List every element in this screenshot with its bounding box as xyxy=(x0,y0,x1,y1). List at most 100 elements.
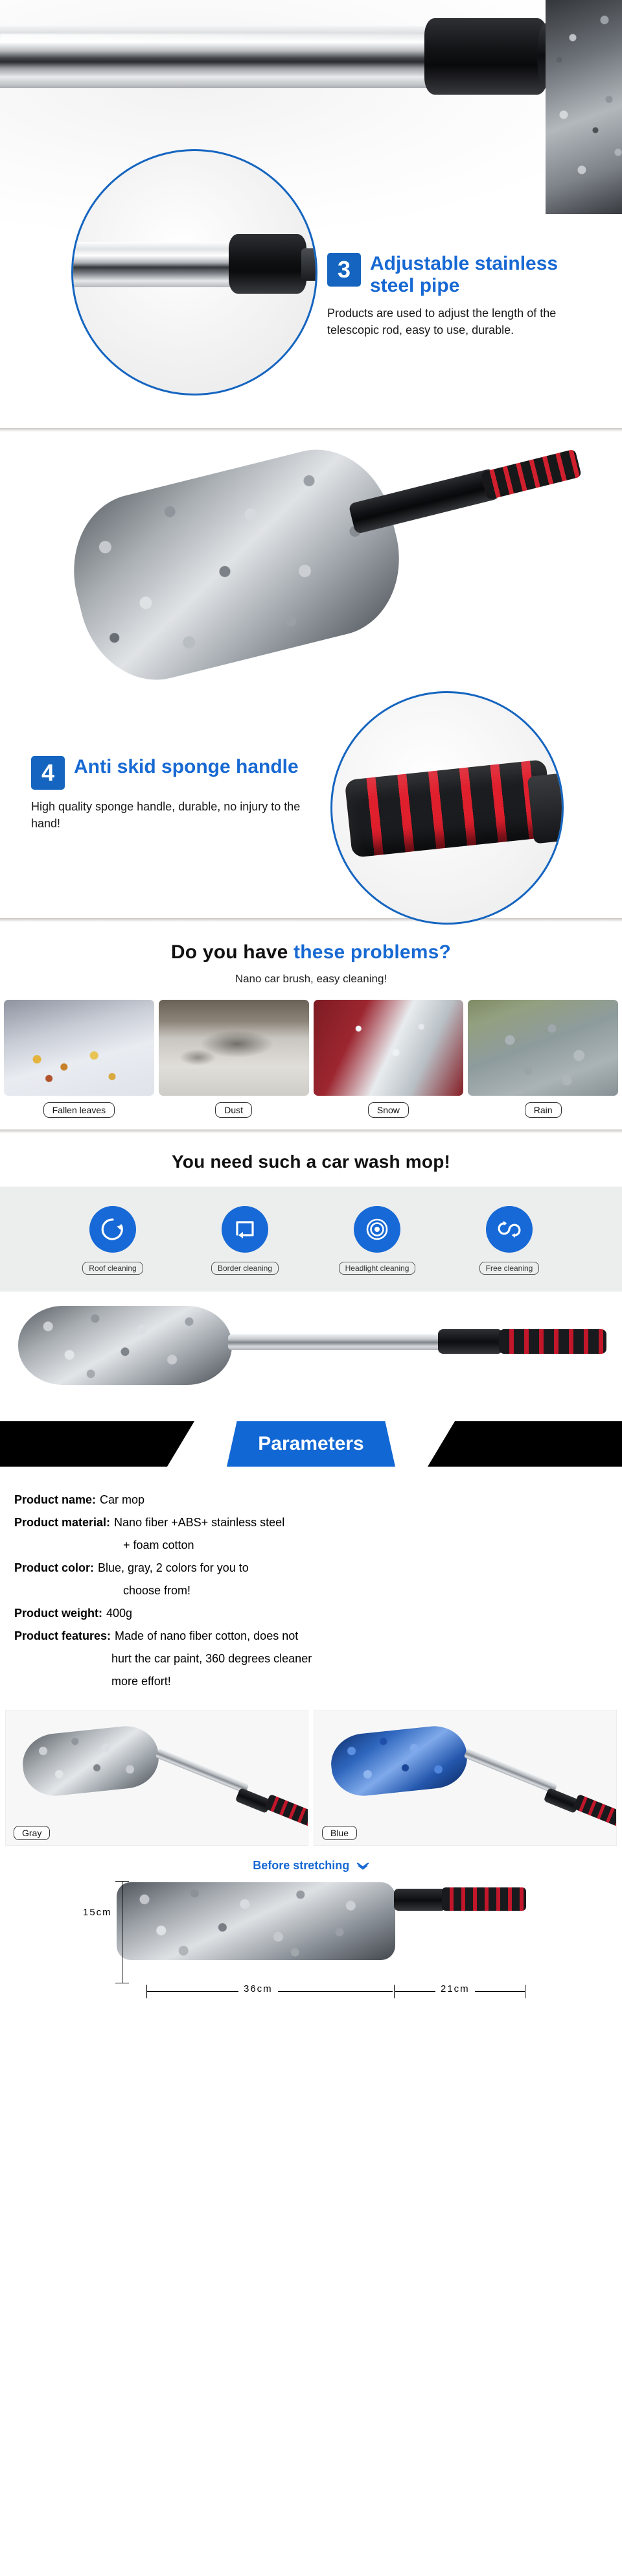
param-row-product-weight: Product weight: 400g xyxy=(14,1605,608,1622)
param-row-product-features: Product features: Made of nano fiber cot… xyxy=(14,1627,608,1645)
magnified-sponge-grip xyxy=(344,759,554,858)
param-value: Car mop xyxy=(100,1493,145,1506)
color-variant-gray[interactable]: Gray xyxy=(5,1710,308,1846)
param-value: Blue, gray, 2 colors for you to xyxy=(98,1561,249,1574)
need-heading: You need such a car wash mop! xyxy=(171,1152,451,1172)
param-key: Product weight: xyxy=(14,1607,102,1620)
brush-microfiber-body xyxy=(56,434,417,696)
param-value: Made of nano fiber cotton, does not xyxy=(115,1629,299,1642)
magnified-ferrule xyxy=(229,234,306,294)
banner-left-black-shape xyxy=(0,1421,194,1467)
label-roof-cleaning: Roof cleaning xyxy=(82,1262,143,1275)
label-headlight-cleaning: Headlight cleaning xyxy=(338,1262,416,1275)
full-product-brush-head xyxy=(18,1306,232,1385)
blue-variant-rod xyxy=(463,1748,558,1794)
param-value: Nano fiber +ABS+ stainless steel xyxy=(114,1516,285,1529)
dimension-label-brush: 36cm xyxy=(238,1983,278,1995)
cleaning-uses-band: Roof cleaning Border cleaning Headlight … xyxy=(0,1187,622,1292)
color-label-gray: Gray xyxy=(14,1826,51,1840)
blue-variant-red-grip xyxy=(572,1793,616,1832)
param-key: Product name: xyxy=(14,1493,97,1506)
problem-card: Rain xyxy=(468,1000,618,1118)
param-key: Product material: xyxy=(14,1516,111,1529)
param-row-product-color: Product color: Blue, gray, 2 colors for … xyxy=(14,1559,608,1577)
brush-red-striped-grip xyxy=(480,449,582,501)
gray-variant-rod xyxy=(155,1748,249,1794)
problem-label-fallen-leaves: Fallen leaves xyxy=(43,1102,115,1118)
magnified-tip xyxy=(301,248,316,281)
product-detail-page: 3 Adjustable stainless steel pipe Product… xyxy=(0,0,622,2011)
dimension-brush-image xyxy=(117,1882,395,1961)
banner-center-blue-shape: Parameters xyxy=(227,1421,395,1467)
cleaning-use-headlight: Headlight cleaning xyxy=(322,1206,432,1275)
magnified-grip-end-cap xyxy=(527,773,562,844)
color-variant-blue[interactable]: Blue xyxy=(314,1710,617,1846)
gray-variant-red-grip xyxy=(264,1793,308,1832)
param-row-product-material: Product material: Nano fiber +ABS+ stain… xyxy=(14,1514,608,1531)
need-heading-wrap: You need such a car wash mop! xyxy=(0,1133,622,1187)
snow-image xyxy=(313,1000,464,1096)
dimension-label-height: 15cm xyxy=(83,1907,112,1919)
full-product-black-section xyxy=(438,1329,503,1354)
mop-head-image xyxy=(546,0,622,214)
color-variants-row: Gray Blue xyxy=(0,1710,622,1846)
param-continuation: hurt the car paint, 360 degrees cleaner xyxy=(111,1652,312,1665)
gray-brush-image xyxy=(19,1723,162,1799)
blue-variant-black-section xyxy=(543,1788,581,1814)
feature-section-adjustable-pipe: 3 Adjustable stainless steel pipe Product… xyxy=(0,0,622,428)
param-continuation: + foam cotton xyxy=(123,1539,194,1552)
magnifier-circle-pipe xyxy=(71,149,317,396)
param-row-product-name: Product name: Car mop xyxy=(14,1491,608,1509)
problems-subtitle: Nano car brush, easy cleaning! xyxy=(235,973,387,985)
gray-variant-black-section xyxy=(235,1788,272,1814)
feature-section-sponge-handle: 4 Anti skid sponge handle High quality sp… xyxy=(0,432,622,925)
feature-4-title: Anti skid sponge handle xyxy=(74,756,299,777)
feature-3-title: Adjustable stainless steel pipe xyxy=(370,253,559,296)
square-arrow-icon xyxy=(222,1206,268,1253)
param-key: Product features: xyxy=(14,1629,111,1642)
rod-highlight xyxy=(0,34,428,41)
param-continuation: choose from! xyxy=(123,1584,191,1597)
cleaning-use-border: Border cleaning xyxy=(190,1206,300,1275)
brush-measure-cap-right xyxy=(394,1985,395,1999)
problem-label-snow: Snow xyxy=(367,1102,409,1118)
problem-label-dust: Dust xyxy=(215,1102,253,1118)
before-stretching-label: Before stretching xyxy=(253,1859,350,1872)
magnifier-circle-handle xyxy=(330,691,564,925)
cleaning-use-free: Free cleaning xyxy=(454,1206,564,1275)
problems-heading-blue: these problems? xyxy=(294,941,452,963)
cleaning-use-roof: Roof cleaning xyxy=(58,1206,168,1275)
dimensions-section: Before stretching 15cm 36cm 21cm xyxy=(0,1846,622,2011)
dimension-label-handle: 21cm xyxy=(435,1983,475,1995)
full-product-red-grip xyxy=(499,1329,606,1354)
rain-image xyxy=(468,1000,618,1096)
height-measure-cap-top xyxy=(115,1881,129,1882)
circular-arrow-icon xyxy=(89,1206,136,1253)
feature-3-description: Products are used to adjust the length o… xyxy=(327,307,557,337)
parameters-title: Parameters xyxy=(258,1433,364,1454)
problem-label-rain: Rain xyxy=(524,1102,562,1118)
double-curved-arrow-icon xyxy=(486,1206,533,1253)
chevron-down-icon xyxy=(356,1860,369,1873)
rod-black-ferrule xyxy=(424,18,554,95)
feature-4-number-badge: 4 xyxy=(31,756,65,790)
problems-heading-black: Do you have xyxy=(170,941,294,963)
problem-card: Fallen leaves xyxy=(4,1000,154,1118)
blue-brush-image xyxy=(328,1723,470,1799)
brush-measure-cap-left xyxy=(146,1985,147,1999)
full-product-steel-rod xyxy=(228,1334,442,1350)
color-label-blue: Blue xyxy=(322,1826,358,1840)
feature-4-text-block: 4 Anti skid sponge handle High quality sp… xyxy=(31,756,316,832)
cleaning-uses-row: Roof cleaning Border cleaning Headlight … xyxy=(0,1206,622,1275)
dimension-red-grip xyxy=(442,1887,526,1911)
problems-section: Do you have these problems? Nano car bru… xyxy=(0,922,622,1129)
need-section: You need such a car wash mop! Roof clean… xyxy=(0,1133,622,1292)
product-photo-mop-brush xyxy=(56,434,582,696)
concentric-target-icon xyxy=(354,1206,400,1253)
feature-4-description: High quality sponge handle, durable, no … xyxy=(31,800,301,830)
problem-cards-row: Fallen leaves Dust Snow Rain xyxy=(0,1000,622,1118)
dimension-black-section xyxy=(394,1889,446,1911)
param-continuation: more effort! xyxy=(111,1675,171,1688)
param-value: 400g xyxy=(106,1607,133,1620)
parameters-list: Product name: Car mop Product material: … xyxy=(0,1480,622,1710)
